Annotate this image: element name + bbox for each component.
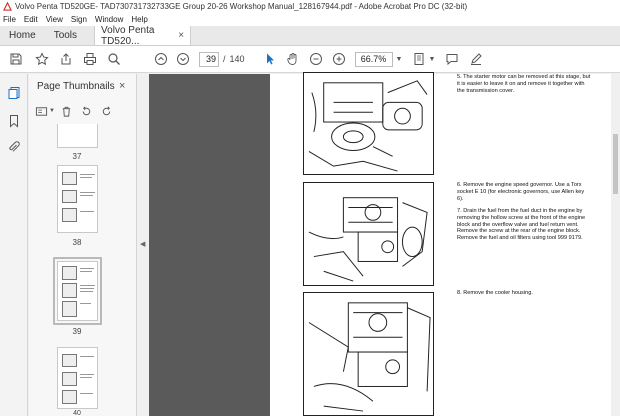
- next-page-icon[interactable]: [176, 52, 190, 66]
- print-icon[interactable]: [83, 52, 97, 66]
- page-thumbnails-icon[interactable]: [7, 86, 21, 100]
- tab-tools[interactable]: Tools: [45, 26, 86, 45]
- menu-file[interactable]: File: [3, 15, 16, 24]
- previous-page-icon[interactable]: [154, 52, 168, 66]
- step-6-text: 6. Remove the engine speed governor. Use…: [457, 182, 585, 202]
- title-bar: Volvo Penta TD520GE- TAD730731732733GE G…: [0, 0, 620, 13]
- tab-document[interactable]: Volvo Penta TD520... ×: [94, 24, 192, 47]
- thumbnail-toolbar: ▼: [34, 102, 134, 120]
- save-icon[interactable]: [9, 52, 23, 66]
- menu-sign[interactable]: Sign: [71, 15, 87, 24]
- page-fit-icon[interactable]: [412, 52, 426, 66]
- thumbnail-page-37[interactable]: [57, 124, 98, 148]
- step-7-text: 7. Drain the fuel from the fuel duct in …: [457, 208, 586, 242]
- scrollbar-thumb[interactable]: [613, 134, 618, 194]
- rotate-right-icon[interactable]: [100, 104, 114, 118]
- collapse-panel-icon[interactable]: ◀: [140, 240, 145, 248]
- hand-tool-icon[interactable]: [286, 52, 300, 66]
- upload-icon[interactable]: [59, 52, 73, 66]
- zoom-dropdown-icon[interactable]: ▼: [396, 56, 403, 63]
- thumbnail-label-39: 39: [72, 327, 82, 336]
- menu-window[interactable]: Window: [95, 15, 123, 24]
- window-title: Volvo Penta TD520GE- TAD730731732733GE G…: [15, 2, 468, 11]
- tab-home[interactable]: Home: [0, 26, 45, 45]
- highlight-pen-icon[interactable]: [469, 52, 483, 66]
- total-pages: 140: [229, 54, 245, 64]
- attachment-icon[interactable]: [7, 140, 21, 154]
- panel-title: Page Thumbnails: [37, 81, 115, 92]
- menu-bar: File Edit View Sign Window Help: [0, 13, 620, 26]
- left-navigation-rail: [0, 74, 28, 416]
- vertical-scrollbar[interactable]: [611, 74, 620, 416]
- select-cursor-icon[interactable]: [263, 52, 277, 66]
- figure-speed-governor: [303, 182, 434, 286]
- thumbnail-label-40: 40: [73, 410, 81, 416]
- search-icon[interactable]: [107, 52, 121, 66]
- thumbnail-page-38[interactable]: [57, 165, 98, 233]
- figure-cooler-housing: [303, 292, 434, 416]
- bookmark-icon[interactable]: [7, 114, 21, 128]
- panel-close-icon[interactable]: ×: [119, 80, 125, 92]
- thumbnail-page-39[interactable]: [57, 261, 98, 321]
- tab-bar: Home Tools Volvo Penta TD520... ×: [0, 24, 620, 47]
- thumbnail-options-dropdown-icon[interactable]: ▼: [49, 108, 55, 114]
- zoom-out-icon[interactable]: [309, 52, 323, 66]
- tab-close-icon[interactable]: ×: [178, 30, 184, 41]
- thumbnail-page-40[interactable]: [57, 347, 98, 409]
- menu-help[interactable]: Help: [131, 15, 147, 24]
- thumbnail-label-37: 37: [72, 152, 82, 161]
- page-number-input[interactable]: 39: [199, 51, 219, 67]
- rotate-left-icon[interactable]: [80, 104, 94, 118]
- pdf-page[interactable]: 5. The starter motor can be removed at t…: [270, 72, 620, 416]
- page-thumbnails-panel: Page Thumbnails × ▼ 37 38 39 40: [29, 74, 137, 416]
- figure-starter-motor: [303, 72, 434, 175]
- thumbnail-label-38: 38: [72, 238, 82, 247]
- page-fit-dropdown-icon[interactable]: ▼: [428, 56, 435, 63]
- step-8-text: 8. Remove the cooler housing.: [457, 290, 533, 296]
- menu-edit[interactable]: Edit: [24, 15, 38, 24]
- panel-splitter[interactable]: ◀: [137, 74, 149, 416]
- star-icon[interactable]: [35, 52, 49, 66]
- step-5-text: 5. The starter motor can be removed at t…: [457, 74, 591, 94]
- page-separator: /: [223, 54, 226, 64]
- thumbnail-options-icon[interactable]: [34, 104, 48, 118]
- menu-view[interactable]: View: [46, 15, 63, 24]
- zoom-level-input[interactable]: 66.7%: [354, 51, 393, 67]
- tab-document-label: Volvo Penta TD520...: [101, 24, 155, 47]
- zoom-in-icon[interactable]: [332, 52, 346, 66]
- main-toolbar: 39 / 140 66.7% ▼ ▼: [0, 46, 620, 73]
- acrobat-icon: [3, 2, 12, 11]
- comment-icon[interactable]: [445, 52, 459, 66]
- delete-page-icon[interactable]: [60, 104, 74, 118]
